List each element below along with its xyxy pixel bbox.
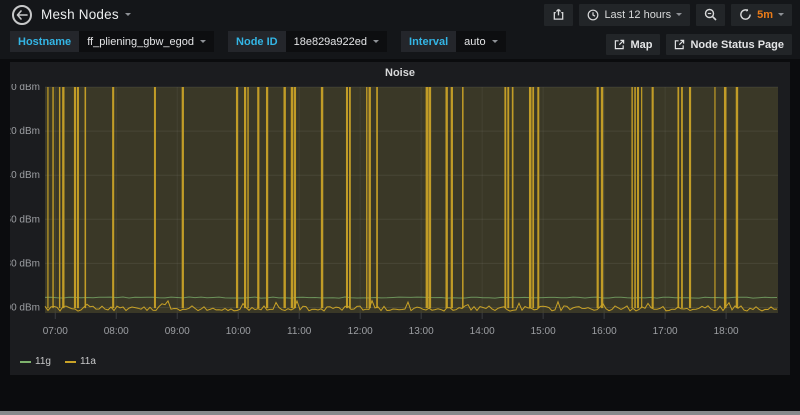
- variable-hostname-value: ff_pliening_gbw_egod: [87, 36, 194, 48]
- share-icon: [552, 8, 565, 21]
- legend-label-11a: 11a: [80, 356, 96, 367]
- svg-text:16:00: 16:00: [592, 326, 617, 337]
- grafana-app: Mesh Nodes Last 12 hours: [0, 0, 800, 415]
- svg-text:-100 dBm: -100 dBm: [10, 302, 40, 313]
- node-status-page-link-button[interactable]: Node Status Page: [666, 34, 792, 55]
- legend-swatch-11g: [20, 361, 31, 363]
- dashboard-links: Map Node Status Page: [606, 34, 792, 55]
- navbar-left: Mesh Nodes: [8, 5, 131, 25]
- svg-text:08:00: 08:00: [104, 326, 129, 337]
- variable-nodeid: Node ID 18e829a922ed: [228, 31, 387, 52]
- magnifier-icon: [704, 8, 717, 21]
- share-dashboard-button[interactable]: [544, 4, 573, 26]
- time-range-label: Last 12 hours: [604, 9, 671, 21]
- variable-hostname-label: Hostname: [10, 31, 79, 52]
- svg-text:-60 dBm: -60 dBm: [10, 214, 40, 225]
- svg-text:09:00: 09:00: [165, 326, 190, 337]
- variable-interval-value: auto: [464, 36, 485, 48]
- svg-text:10:00: 10:00: [226, 326, 251, 337]
- map-link-label: Map: [630, 39, 652, 51]
- legend-item-11a[interactable]: 11a: [65, 356, 96, 367]
- svg-text:-40 dBm: -40 dBm: [10, 170, 40, 181]
- time-picker-button[interactable]: Last 12 hours: [579, 4, 690, 26]
- dashboard-body: Noise 07:00 08:00 09:00 10:00 11:00 12:00 13:0…: [0, 59, 800, 411]
- svg-text:11:00: 11:00: [287, 326, 312, 337]
- svg-text:17:00: 17:00: [653, 326, 678, 337]
- variable-nodeid-label: Node ID: [228, 31, 286, 52]
- chevron-down-icon: [676, 13, 682, 16]
- external-link-icon: [614, 39, 625, 50]
- arrow-left-icon: [16, 10, 28, 20]
- variable-nodeid-value: 18e829a922ed: [294, 36, 367, 48]
- svg-text:12:00: 12:00: [348, 326, 373, 337]
- noise-panel: Noise 07:00 08:00 09:00 10:00 11:00 12:00 13:0…: [10, 62, 790, 375]
- top-navbar: Mesh Nodes Last 12 hours: [0, 0, 800, 29]
- panel-title[interactable]: Noise: [10, 62, 790, 84]
- variable-interval-label: Interval: [401, 31, 456, 52]
- svg-text:-80 dBm: -80 dBm: [10, 258, 40, 269]
- svg-text:18:00: 18:00: [714, 326, 739, 337]
- zoom-out-button[interactable]: [696, 4, 725, 26]
- refresh-button[interactable]: 5m: [731, 4, 792, 26]
- chevron-down-icon: [125, 13, 131, 16]
- dashboard-submenu: Hostname ff_pliening_gbw_egod Node ID 18…: [0, 29, 800, 59]
- legend-label-11g: 11g: [35, 356, 51, 367]
- back-button[interactable]: [12, 5, 32, 25]
- variable-nodeid-value-dropdown[interactable]: 18e829a922ed: [286, 31, 387, 52]
- chevron-down-icon: [200, 40, 206, 43]
- clock-icon: [587, 9, 599, 21]
- chevron-down-icon: [778, 13, 784, 16]
- chevron-down-icon: [492, 40, 498, 43]
- variable-interval: Interval auto: [401, 31, 506, 52]
- svg-text:07:00: 07:00: [43, 326, 68, 337]
- dashboard-title-dropdown[interactable]: Mesh Nodes: [41, 7, 131, 22]
- variable-hostname-value-dropdown[interactable]: ff_pliening_gbw_egod: [79, 31, 214, 52]
- svg-text:15:00: 15:00: [531, 326, 556, 337]
- variable-interval-value-dropdown[interactable]: auto: [456, 31, 505, 52]
- noise-graph[interactable]: 07:00 08:00 09:00 10:00 11:00 12:00 13:00 14:00…: [10, 84, 790, 354]
- navbar-right: Last 12 hours 5m: [544, 4, 792, 26]
- refresh-interval-label: 5m: [757, 9, 773, 21]
- dashboard-title: Mesh Nodes: [41, 7, 119, 22]
- legend-swatch-11a: [65, 361, 76, 363]
- svg-text:13:00: 13:00: [409, 326, 434, 337]
- external-link-icon: [674, 39, 685, 50]
- graph-legend: 11g 11a: [10, 356, 790, 367]
- chevron-down-icon: [373, 40, 379, 43]
- variable-hostname: Hostname ff_pliening_gbw_egod: [10, 31, 214, 52]
- horizontal-scrollbar[interactable]: [0, 411, 800, 415]
- refresh-icon: [739, 8, 752, 21]
- svg-text:-20 dBm: -20 dBm: [10, 126, 40, 137]
- template-variables: Hostname ff_pliening_gbw_egod Node ID 18…: [10, 31, 506, 52]
- svg-text:14:00: 14:00: [470, 326, 495, 337]
- map-link-button[interactable]: Map: [606, 34, 660, 55]
- legend-item-11g[interactable]: 11g: [20, 356, 51, 367]
- svg-text:0 dBm: 0 dBm: [11, 84, 40, 93]
- node-status-page-link-label: Node Status Page: [690, 39, 784, 51]
